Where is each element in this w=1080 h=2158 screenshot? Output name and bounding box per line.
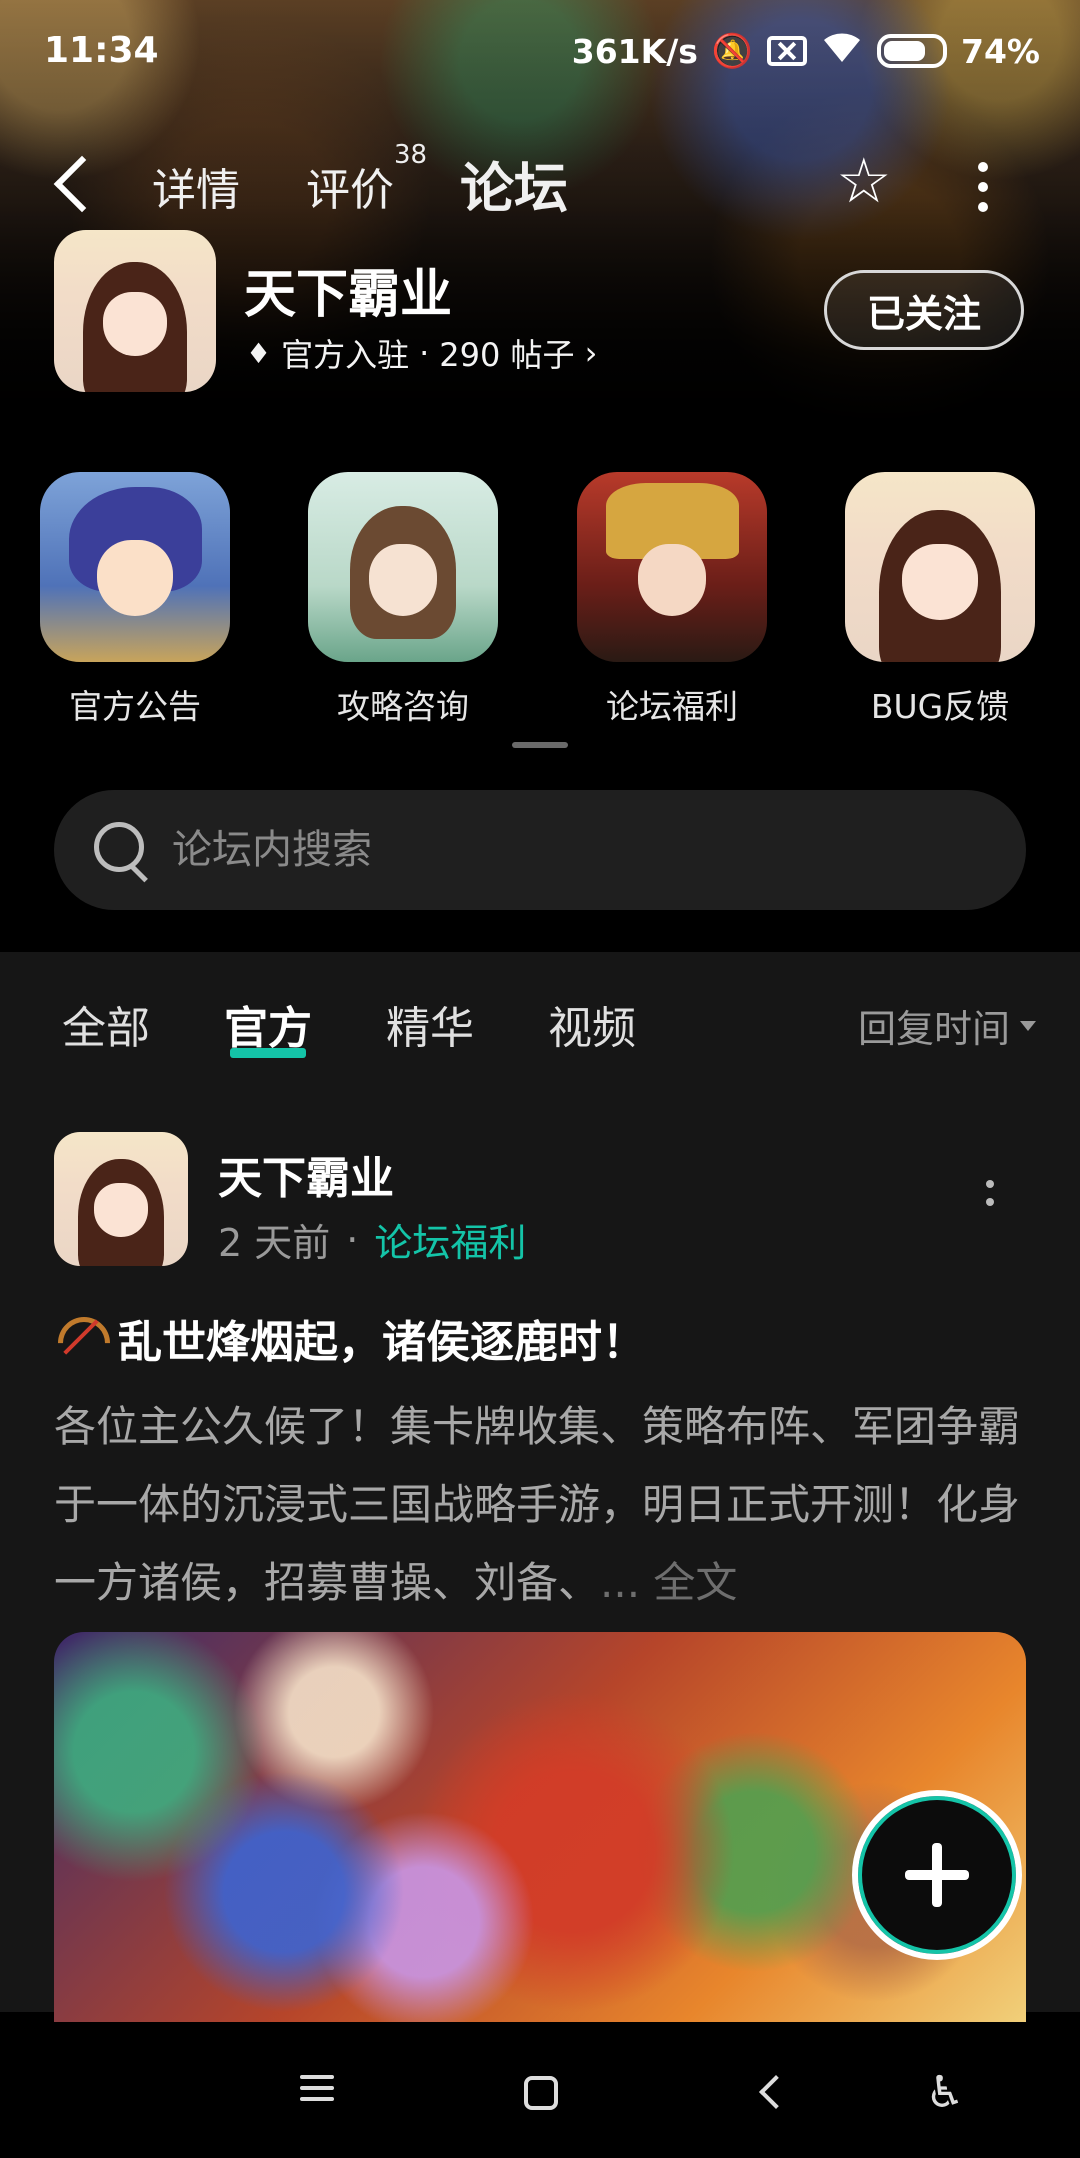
plus-icon	[905, 1843, 969, 1907]
verified-label: 官方入驻	[281, 336, 410, 374]
category-strategy-consult[interactable]: 攻略咨询	[308, 472, 498, 728]
game-meta[interactable]: ♦ 官方入驻 · 290 帖子 ›	[246, 330, 597, 376]
filter-featured-label: 精华	[386, 1003, 474, 1054]
search-bar[interactable]	[54, 790, 1026, 910]
caret-down-icon	[1020, 1020, 1036, 1031]
filter-all[interactable]: 全部	[62, 992, 150, 1056]
blue-hair-hero-avatar-icon	[40, 472, 230, 662]
star-favorite-icon[interactable]: ☆	[836, 150, 892, 212]
bell-muted-icon: 🔕	[711, 31, 753, 70]
filter-all-label: 全部	[62, 1003, 150, 1054]
wifi-icon	[821, 30, 863, 72]
filter-featured[interactable]: 精华	[386, 992, 474, 1056]
create-post-button[interactable]	[852, 1790, 1022, 1960]
warlord-avatar-icon	[577, 472, 767, 662]
tab-details[interactable]: 详情	[152, 154, 240, 218]
accessibility-icon[interactable]: ♿	[920, 2068, 970, 2118]
category-label: 论坛福利	[606, 687, 738, 726]
bow-arrow-icon	[54, 1313, 104, 1363]
post-count: 290 帖子	[439, 336, 575, 374]
battery-level: 74%	[961, 31, 1040, 71]
game-name: 天下霸业	[244, 265, 453, 325]
diamond-verified-icon: ♦	[246, 336, 272, 370]
category-label: 攻略咨询	[337, 687, 469, 726]
category-bug-feedback[interactable]: BUG反馈	[845, 472, 1035, 728]
sort-label: 回复时间	[857, 1007, 1010, 1051]
author-avatar[interactable]	[54, 1132, 188, 1266]
home-icon[interactable]	[524, 2076, 558, 2110]
tab-forum-label: 论坛	[460, 157, 568, 220]
princess-avatar-icon	[845, 472, 1035, 662]
filter-tabs: 全部 官方 精华 视频 回复时间	[0, 992, 1080, 1072]
post-meta-separator: ·	[346, 1217, 359, 1262]
reviews-count-badge: 38	[394, 140, 428, 170]
post-title[interactable]: 乱世烽烟起，诸侯逐鹿时！	[54, 1306, 1026, 1370]
battery-icon	[877, 34, 947, 68]
top-nav: 详情 评价 38 论坛 ☆	[0, 140, 1080, 230]
category-forum-welfare[interactable]: 论坛福利	[577, 472, 767, 728]
post-meta: 2 天前 · 论坛福利	[218, 1212, 526, 1267]
scroll-indicator	[512, 742, 568, 748]
follow-button[interactable]: 已关注	[824, 270, 1024, 350]
back-icon[interactable]	[759, 2075, 793, 2109]
post-time: 2 天前	[218, 1221, 331, 1265]
post-title-text: 乱世烽烟起，诸侯逐鹿时！	[118, 1317, 646, 1368]
archer-girl-avatar-icon	[308, 472, 498, 662]
sort-dropdown[interactable]: 回复时间	[858, 998, 1036, 1053]
post-author[interactable]: 天下霸业	[218, 1142, 394, 1206]
read-full-link[interactable]: ... 全文	[600, 1558, 737, 1607]
meta-separator: ·	[419, 334, 430, 372]
filter-video[interactable]: 视频	[548, 992, 636, 1056]
status-icons: 361K/s 🔕 74%	[572, 30, 1040, 72]
tab-reviews[interactable]: 评价	[306, 154, 394, 218]
tab-forum[interactable]: 论坛	[456, 144, 572, 223]
category-official-announcement[interactable]: 官方公告	[40, 472, 230, 728]
status-time: 11:34	[44, 30, 159, 71]
system-nav-bar: ♿	[0, 2028, 1080, 2158]
category-label: BUG反馈	[870, 687, 1010, 726]
filter-video-label: 视频	[548, 1003, 636, 1054]
category-row: 官方公告 攻略咨询 论坛福利 BUG反馈	[0, 472, 1080, 732]
post-subforum-link[interactable]: 论坛福利	[374, 1212, 526, 1267]
search-input[interactable]	[172, 827, 932, 873]
search-icon	[92, 820, 152, 880]
filter-official-label: 官方	[224, 1003, 312, 1054]
chevron-right-icon: ›	[584, 334, 598, 372]
category-label: 官方公告	[69, 687, 201, 726]
status-bar: 11:34 361K/s 🔕 74%	[0, 30, 1080, 80]
post-body[interactable]: 各位主公久候了！集卡牌收集、策略布阵、军团争霸于一体的沉浸式三国战略手游，明日正…	[54, 1388, 1026, 1622]
sim-x-icon	[767, 36, 807, 66]
game-icon[interactable]	[54, 230, 216, 392]
net-speed: 361K/s	[571, 31, 698, 71]
menu-icon[interactable]	[292, 2068, 342, 2118]
post-more-icon[interactable]	[986, 1180, 996, 1216]
back-arrow-icon[interactable]	[53, 155, 111, 213]
post-body-text: 各位主公久候了！集卡牌收集、策略布阵、军团争霸于一体的沉浸式三国战略手游，明日正…	[54, 1402, 1021, 1607]
filter-official[interactable]: 官方	[224, 992, 312, 1058]
more-options-icon[interactable]	[978, 162, 988, 212]
